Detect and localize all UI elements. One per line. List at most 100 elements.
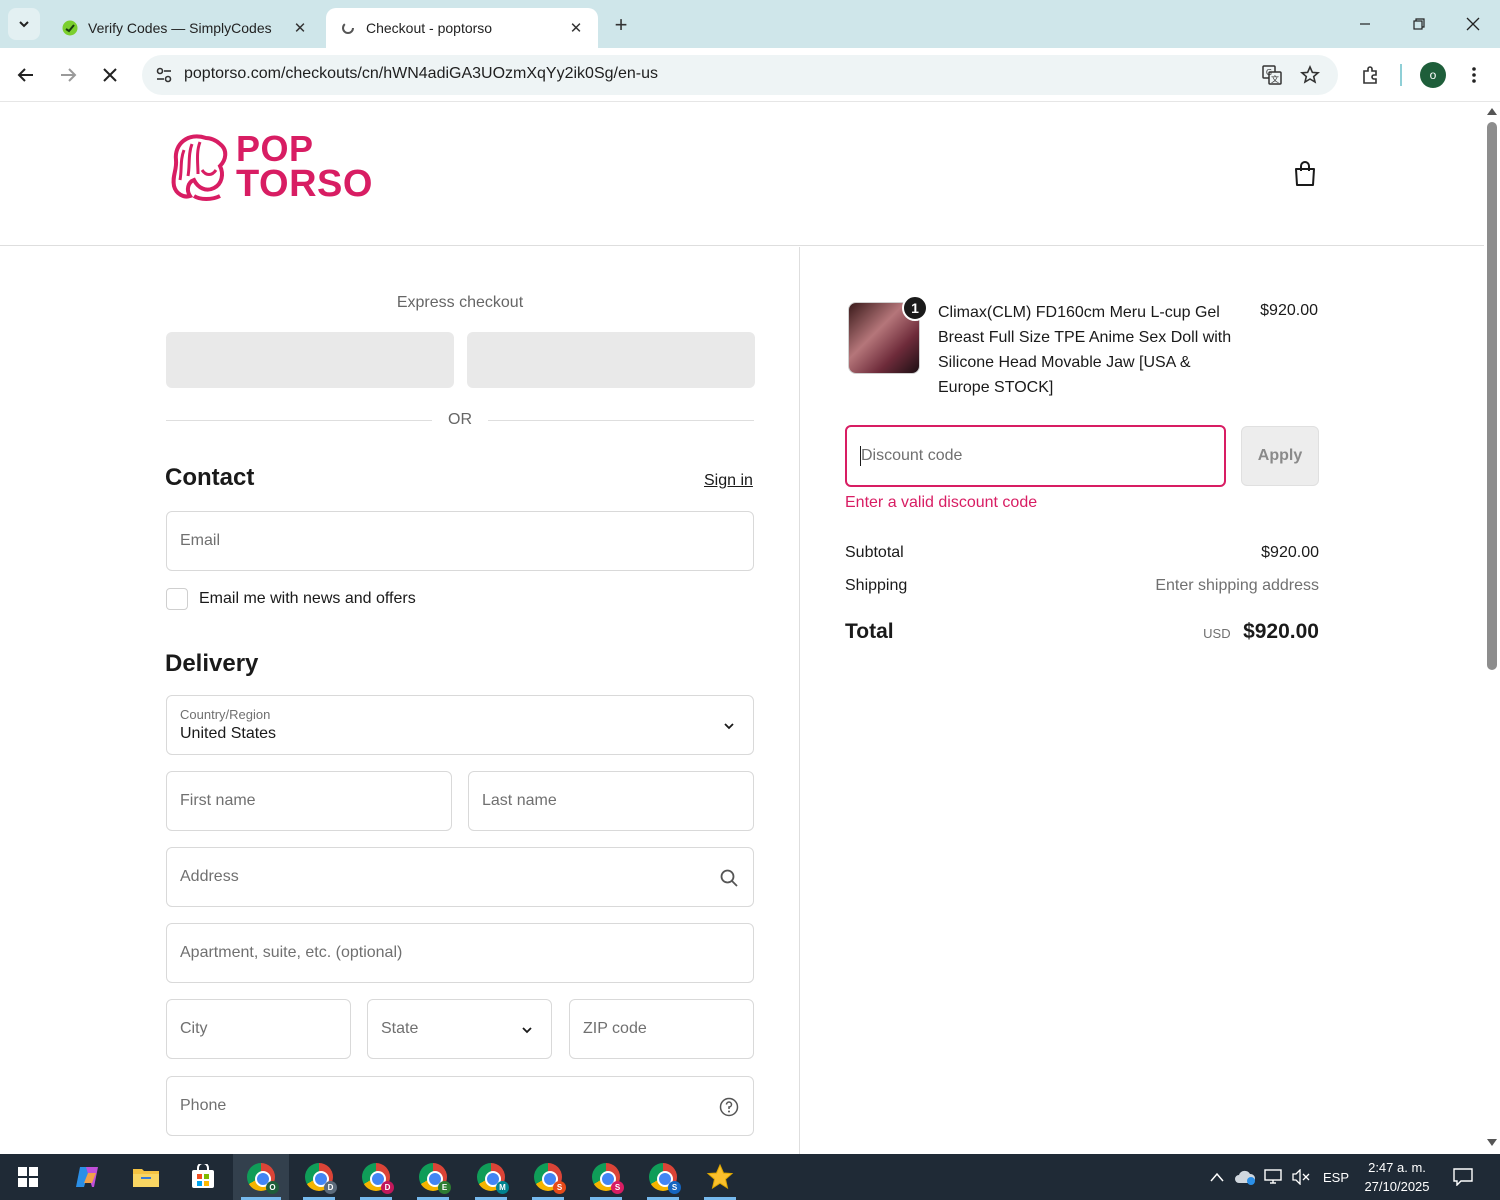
chevron-down-icon bbox=[717, 714, 741, 738]
chrome-profile-o-icon[interactable]: O bbox=[233, 1154, 289, 1200]
sign-in-link[interactable]: Sign in bbox=[704, 472, 753, 490]
start-icon[interactable] bbox=[0, 1154, 56, 1200]
notifications-icon[interactable] bbox=[1446, 1154, 1480, 1200]
store-icon[interactable] bbox=[175, 1154, 231, 1200]
chrome-profile-s-icon[interactable]: S bbox=[578, 1154, 634, 1200]
onedrive-icon[interactable] bbox=[1232, 1154, 1258, 1200]
stop-loading-icon[interactable] bbox=[94, 59, 126, 91]
contact-title: Contact bbox=[165, 464, 255, 491]
country-select[interactable]: Country/Region United States bbox=[166, 695, 754, 755]
discount-code-input[interactable]: Discount code bbox=[845, 425, 1226, 487]
last-name-field[interactable]: Last name bbox=[468, 771, 754, 831]
chrome-icon: M bbox=[477, 1163, 509, 1194]
copilot-icon[interactable] bbox=[60, 1154, 116, 1200]
browser-tab-bar: Verify Codes — SimplyCodes ✕ Checkout - … bbox=[0, 0, 1500, 48]
newsletter-checkbox[interactable] bbox=[166, 588, 188, 610]
shipping-value: Enter shipping address bbox=[1155, 577, 1319, 594]
tab-simplycodes[interactable]: Verify Codes — SimplyCodes ✕ bbox=[48, 8, 322, 48]
address-field[interactable]: Address bbox=[166, 847, 754, 907]
apartment-placeholder: Apartment, suite, etc. (optional) bbox=[180, 944, 403, 961]
network-icon[interactable] bbox=[1260, 1154, 1286, 1200]
page-scrollbar[interactable] bbox=[1484, 102, 1500, 1154]
express-checkout-label: Express checkout bbox=[396, 294, 524, 311]
chrome-icon: D bbox=[305, 1163, 337, 1194]
newsletter-row[interactable]: Email me with news and offers bbox=[166, 588, 416, 610]
close-icon[interactable]: ✕ bbox=[292, 20, 308, 37]
newsletter-label: Email me with news and offers bbox=[199, 590, 416, 607]
url-text[interactable]: poptorso.com/checkouts/cn/hWN4adiGA3UOzm… bbox=[184, 65, 658, 83]
checkout-page: POP TORSO Express checkout OR Contact Si… bbox=[0, 102, 1484, 1154]
minimize-icon[interactable] bbox=[1338, 0, 1392, 48]
poptorso-logo[interactable]: POP TORSO bbox=[168, 128, 372, 218]
profile-avatar[interactable]: o bbox=[1420, 62, 1446, 88]
apply-discount-button[interactable]: Apply bbox=[1241, 426, 1319, 486]
chrome-profile-m-icon[interactable]: M bbox=[463, 1154, 519, 1200]
back-icon[interactable] bbox=[10, 59, 42, 91]
shopping-bag-icon[interactable] bbox=[1290, 158, 1320, 190]
extensions-icon[interactable] bbox=[1354, 59, 1386, 91]
volume-muted-icon[interactable] bbox=[1288, 1154, 1314, 1200]
email-field[interactable]: Email bbox=[166, 511, 754, 571]
browser-toolbar: poptorso.com/checkouts/cn/hWN4adiGA3UOzm… bbox=[0, 48, 1500, 102]
favorites-star-icon[interactable] bbox=[692, 1154, 748, 1200]
scroll-thumb[interactable] bbox=[1487, 122, 1497, 670]
tab-title: Checkout - poptorso bbox=[366, 20, 493, 36]
chrome-profile-d-icon[interactable]: D bbox=[348, 1154, 404, 1200]
country-value: United States bbox=[180, 725, 277, 742]
total-value: $920.00 bbox=[1243, 620, 1319, 643]
product-price: $920.00 bbox=[1260, 302, 1318, 319]
first-name-placeholder: First name bbox=[180, 792, 256, 809]
site-info-icon[interactable] bbox=[150, 61, 178, 89]
total-label: Total bbox=[845, 620, 894, 643]
address-bar[interactable]: poptorso.com/checkouts/cn/hWN4adiGA3UOzm… bbox=[142, 55, 1338, 95]
tab-search-icon[interactable] bbox=[8, 8, 40, 40]
chrome-icon: E bbox=[419, 1163, 451, 1194]
state-select[interactable]: State bbox=[367, 999, 552, 1059]
total-row: Total USD $920.00 bbox=[845, 620, 1319, 644]
tab-checkout[interactable]: Checkout - poptorso ✕ bbox=[326, 8, 598, 48]
apartment-field[interactable]: Apartment, suite, etc. (optional) bbox=[166, 923, 754, 983]
restore-icon[interactable] bbox=[1392, 0, 1446, 48]
chrome-profile-d-icon[interactable]: D bbox=[291, 1154, 347, 1200]
discount-error-message: Enter a valid discount code bbox=[845, 494, 1038, 511]
city-field[interactable]: City bbox=[166, 999, 351, 1059]
logo-mark-icon bbox=[171, 134, 228, 201]
phone-placeholder: Phone bbox=[180, 1097, 227, 1114]
shipping-row: Shipping Enter shipping address bbox=[845, 577, 1319, 595]
close-icon[interactable]: ✕ bbox=[568, 20, 584, 37]
express-pay-button-2[interactable] bbox=[467, 332, 755, 388]
subtotal-label: Subtotal bbox=[845, 544, 904, 561]
email-placeholder: Email bbox=[180, 532, 221, 549]
translate-icon[interactable]: 文G bbox=[1258, 61, 1286, 89]
chrome-profile-e-icon[interactable]: E bbox=[405, 1154, 461, 1200]
chrome-profile-s-icon[interactable]: S bbox=[520, 1154, 576, 1200]
logo-text-torso: TORSO bbox=[236, 163, 373, 205]
chevron-up-icon[interactable] bbox=[1204, 1154, 1230, 1200]
close-window-icon[interactable] bbox=[1446, 0, 1500, 48]
chrome-profile-s-icon[interactable]: S bbox=[635, 1154, 691, 1200]
divider-line bbox=[488, 419, 754, 421]
file-explorer-icon[interactable] bbox=[118, 1154, 174, 1200]
delivery-title: Delivery bbox=[165, 650, 259, 677]
menu-kebab-icon[interactable] bbox=[1458, 59, 1490, 91]
bookmark-star-icon[interactable] bbox=[1296, 61, 1324, 89]
chrome-icon: S bbox=[534, 1163, 566, 1194]
scroll-up-arrow-icon[interactable] bbox=[1487, 106, 1497, 116]
simplycodes-favicon-icon bbox=[62, 20, 78, 36]
forward-icon[interactable] bbox=[52, 59, 84, 91]
language-indicator[interactable]: ESP bbox=[1318, 1154, 1354, 1200]
total-amount-group: USD $920.00 bbox=[1203, 620, 1319, 644]
clock-date: 27/10/2025 bbox=[1364, 1179, 1430, 1194]
clock-time: 2:47 a. m. bbox=[1368, 1160, 1426, 1175]
total-currency: USD bbox=[1203, 626, 1231, 641]
zip-field[interactable]: ZIP code bbox=[569, 999, 754, 1059]
express-pay-button-1[interactable] bbox=[166, 332, 454, 388]
address-placeholder: Address bbox=[180, 868, 239, 885]
city-placeholder: City bbox=[180, 1020, 208, 1037]
first-name-field[interactable]: First name bbox=[166, 771, 452, 831]
new-tab-icon[interactable]: + bbox=[608, 12, 634, 38]
help-circle-icon[interactable] bbox=[717, 1095, 741, 1119]
scroll-down-arrow-icon[interactable] bbox=[1487, 1138, 1497, 1148]
system-clock[interactable]: 2:47 a. m. 27/10/2025 bbox=[1356, 1158, 1438, 1196]
phone-field[interactable]: Phone bbox=[166, 1076, 754, 1136]
